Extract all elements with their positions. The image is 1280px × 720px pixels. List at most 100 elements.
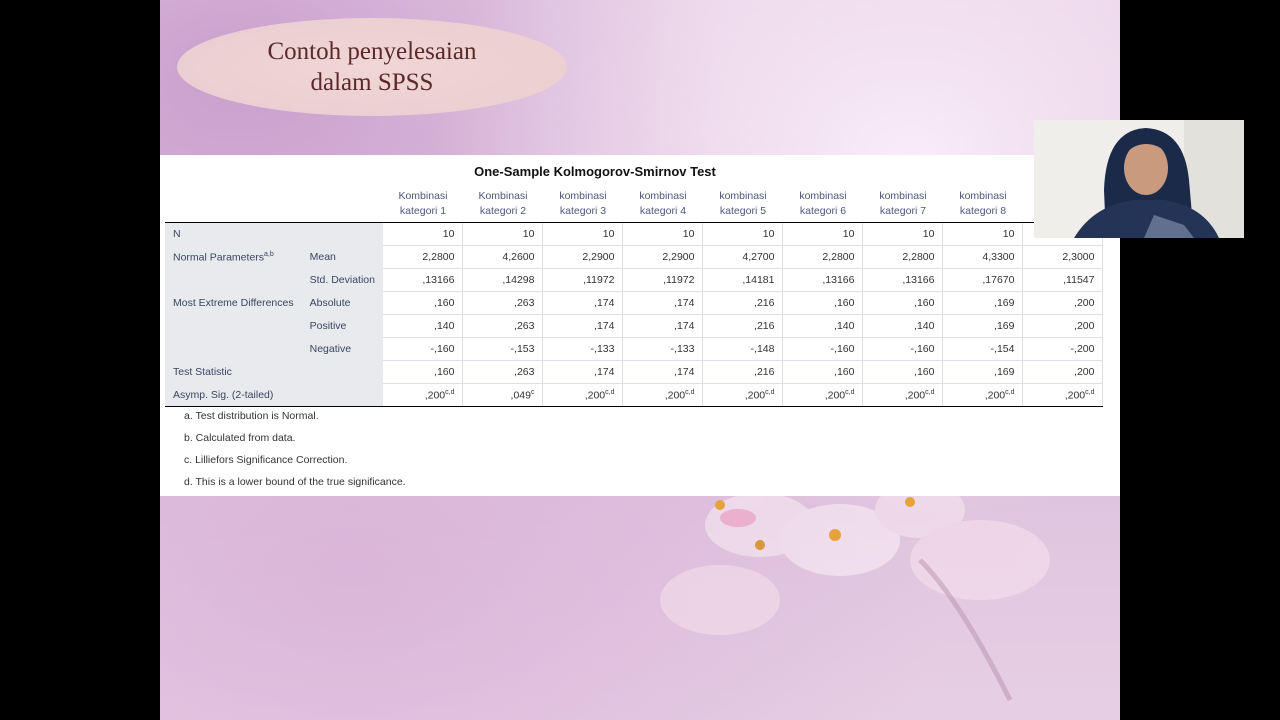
cell-value: ,160 xyxy=(914,297,935,309)
cell-superscript: c,d xyxy=(685,388,695,396)
column-header-line1: kombinasi xyxy=(879,190,927,202)
cell-superscript: c,d xyxy=(765,388,775,396)
cell-value: ,216 xyxy=(754,320,775,332)
table-cell: 10 xyxy=(462,222,544,246)
column-header-line1: kombinasi xyxy=(559,190,607,202)
table-cell: ,174 xyxy=(622,291,704,315)
table-cell: ,169 xyxy=(942,314,1024,338)
table-cell: 4,2700 xyxy=(702,245,784,269)
cell-value: -,154 xyxy=(990,343,1015,355)
cell-value: 2,2800 xyxy=(422,251,455,263)
slide-title-oval: Contoh penyelesaian dalam SPSS xyxy=(177,18,567,116)
presenter-video xyxy=(1034,120,1244,238)
table-cell: ,200c,d xyxy=(942,383,1024,407)
cell-value: -,160 xyxy=(830,343,855,355)
table-row: Std. Deviation ,13166 ,14298 ,11972 ,11972 ,1… xyxy=(165,268,1104,292)
cell-value: 10 xyxy=(522,228,535,240)
cell-value: ,200 xyxy=(904,389,926,402)
cell-value: -,153 xyxy=(510,343,535,355)
table-cell: ,13166 xyxy=(382,268,464,292)
column-header: kombinasi kategori 7 xyxy=(862,186,943,223)
column-header-line2: kategori 6 xyxy=(799,205,847,217)
table-cell: 2,2800 xyxy=(382,245,464,269)
cell-value: ,140 xyxy=(434,320,455,332)
header-blank xyxy=(165,186,302,223)
table-cell: -,160 xyxy=(782,337,864,361)
table-cell: ,160 xyxy=(862,360,944,384)
row-label: Most Extreme Differences xyxy=(165,291,302,315)
footnote: c. Lilliefors Significance Correction. xyxy=(184,454,348,466)
column-header-line2: kategori 8 xyxy=(959,205,1007,217)
cell-value: ,13166 xyxy=(822,274,855,286)
table-cell: ,174 xyxy=(622,314,704,338)
cell-value: 4,2600 xyxy=(502,251,535,263)
table-cell: ,200c,d xyxy=(542,383,624,407)
cell-value: -,133 xyxy=(590,343,615,355)
column-header: kombinasi kategori 8 xyxy=(942,186,1023,223)
table-cell: ,174 xyxy=(542,291,624,315)
table-cell: 10 xyxy=(622,222,704,246)
table-row: N101010101010101010 xyxy=(165,222,1104,246)
cell-value: ,263 xyxy=(514,320,535,332)
table-cell: ,216 xyxy=(702,314,784,338)
webcam-overlay xyxy=(1034,120,1244,238)
row-sublabel: Positive xyxy=(301,314,383,338)
table-cell: ,11547 xyxy=(1022,268,1104,292)
column-header-line2: kategori 3 xyxy=(559,205,607,217)
column-header-line2: kategori 4 xyxy=(639,205,687,217)
row-sublabel: Negative xyxy=(301,337,383,361)
cell-value: 2,2900 xyxy=(662,251,695,263)
footnote: b. Calculated from data. xyxy=(184,432,296,444)
row-sublabel: Mean xyxy=(301,245,383,269)
column-header: kombinasi kategori 6 xyxy=(782,186,863,223)
table-cell: -,153 xyxy=(462,337,544,361)
cell-value: 2,2800 xyxy=(902,251,935,263)
table-cell: ,140 xyxy=(382,314,464,338)
row-label: Normal Parametersa,b xyxy=(165,245,302,269)
table-cell: 2,3000 xyxy=(1022,245,1104,269)
table-cell: ,14181 xyxy=(702,268,784,292)
table-cell: ,11972 xyxy=(542,268,624,292)
column-header-line1: kombinasi xyxy=(639,190,687,202)
table-footnotes: a. Test distribution is Normal. b. Calcul… xyxy=(184,405,406,493)
cell-value: 2,3000 xyxy=(1062,251,1095,263)
column-header-line2: kategori 1 xyxy=(399,205,447,217)
cell-superscript: c xyxy=(530,388,535,396)
table-cell: -,133 xyxy=(542,337,624,361)
row-sublabel: Std. Deviation xyxy=(301,268,383,292)
row-label-superscript: a,b xyxy=(264,250,274,258)
table-cell: 4,3300 xyxy=(942,245,1024,269)
presentation-slide: Contoh penyelesaian dalam SPSS One-Sampl… xyxy=(160,0,1120,720)
row-sublabel: Absolute xyxy=(301,291,383,315)
cell-value: 4,2700 xyxy=(742,251,775,263)
cell-value: ,17670 xyxy=(982,274,1015,286)
cell-value: 10 xyxy=(442,228,455,240)
table-cell: 10 xyxy=(862,222,944,246)
table-cell: ,174 xyxy=(622,360,704,384)
table-cell: ,263 xyxy=(462,360,544,384)
table-cell: ,216 xyxy=(702,291,784,315)
cell-value: ,174 xyxy=(594,297,615,309)
table-cell: ,200c,d xyxy=(862,383,944,407)
table-cell: 10 xyxy=(782,222,864,246)
cell-value: ,174 xyxy=(674,320,695,332)
cell-value: ,174 xyxy=(594,366,615,378)
cell-superscript: c,d xyxy=(1005,388,1015,396)
cell-value: ,160 xyxy=(434,366,455,378)
table-title: One-Sample Kolmogorov-Smirnov Test xyxy=(474,164,716,179)
table-cell: ,200c,d xyxy=(1022,383,1104,407)
table-cell: ,200c,d xyxy=(702,383,784,407)
cell-superscript: c,d xyxy=(445,388,455,396)
table-cell: ,169 xyxy=(942,291,1024,315)
row-label-text: Test Statistic xyxy=(173,366,232,378)
column-header-line2: kategori 2 xyxy=(479,205,527,217)
table-cell: ,200 xyxy=(1022,314,1104,338)
cell-value: ,11972 xyxy=(583,274,615,286)
cell-value: ,200 xyxy=(584,389,606,402)
cell-value: 10 xyxy=(922,228,935,240)
column-header-line1: kombinasi xyxy=(959,190,1007,202)
table-cell: ,263 xyxy=(462,314,544,338)
footnote: a. Test distribution is Normal. xyxy=(184,410,319,422)
cell-value: ,174 xyxy=(674,366,695,378)
cell-value: ,216 xyxy=(754,297,775,309)
